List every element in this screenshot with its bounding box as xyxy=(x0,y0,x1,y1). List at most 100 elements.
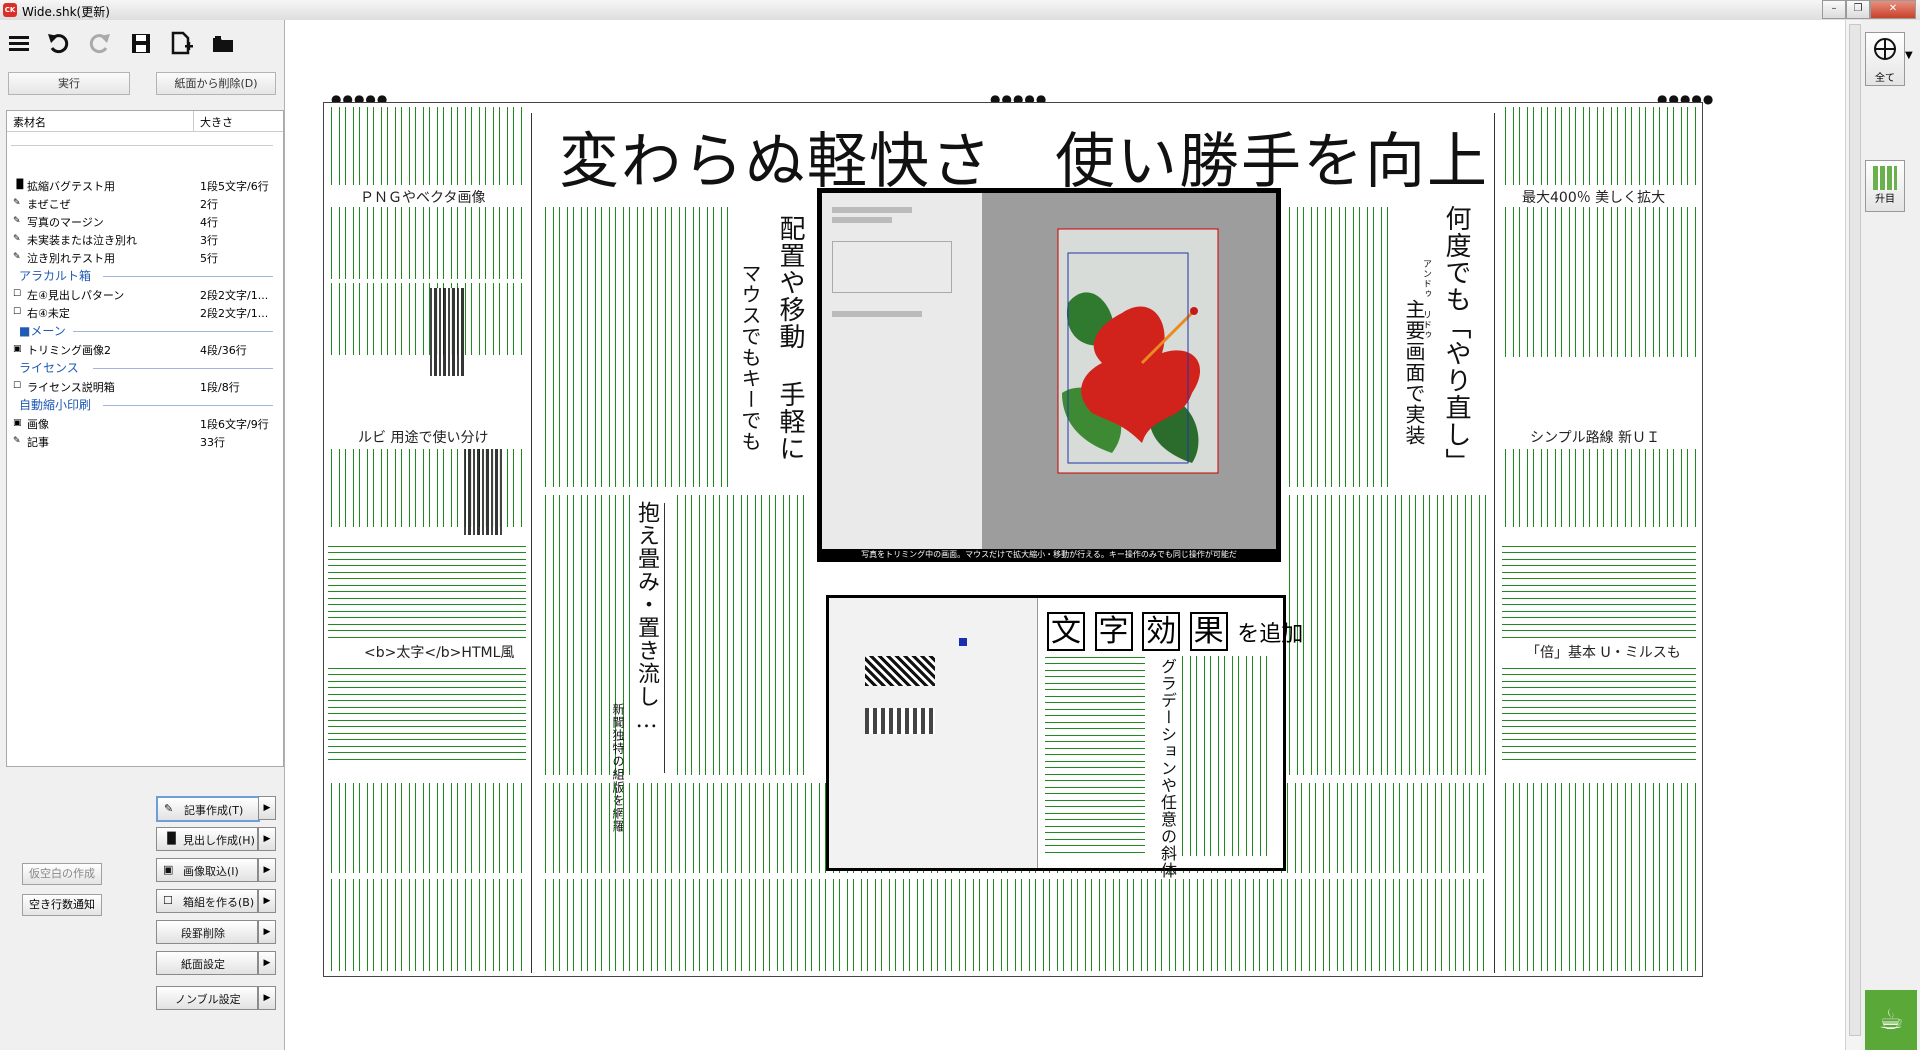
vertical-heading-fold[interactable]: 抱え畳み・置き流し… xyxy=(630,501,662,734)
make-box-menu-arrow[interactable]: ▶ xyxy=(258,889,276,913)
coffee-cup-icon[interactable]: ☕ xyxy=(1865,990,1917,1050)
make-box-button[interactable]: ☐ 箱組を作る(B) xyxy=(156,889,258,913)
dialog-controls xyxy=(832,203,952,423)
empty-lines-notice-button[interactable]: 空き行数通知 xyxy=(22,894,102,916)
list-header: 素材名 大きさ xyxy=(7,111,283,132)
open-folder-icon[interactable] xyxy=(210,30,238,56)
text-placeholder[interactable] xyxy=(1179,656,1273,856)
new-page-icon[interactable] xyxy=(168,30,196,56)
text-placeholder[interactable] xyxy=(1502,543,1696,641)
material-list[interactable]: 素材名 大きさ ▐▌ 拡縮バグテスト用 1段5文字/6行 ✎ まぜこぜ 2行 ✎… xyxy=(6,110,284,767)
make-temp-blank-button[interactable]: 仮空白の作成 xyxy=(22,863,102,885)
import-image-button[interactable]: ▣ 画像取込(I) xyxy=(156,858,258,882)
text-placeholder[interactable] xyxy=(328,879,526,971)
dropdown-arrow-icon[interactable]: ▼ xyxy=(1905,50,1913,61)
list-item[interactable]: ▣ トリミング画像2 4段/36行 xyxy=(7,341,277,358)
group-label[interactable]: ■メーン xyxy=(19,322,66,339)
label-html[interactable]: <b>太字</b>HTML風 xyxy=(364,642,514,662)
text-placeholder[interactable] xyxy=(328,543,526,641)
text-placeholder[interactable] xyxy=(328,663,526,763)
text-placeholder[interactable] xyxy=(328,207,526,279)
list-item[interactable]: ☐ ライセンス説明箱 1段/8行 xyxy=(7,378,277,395)
nombre-settings-button[interactable]: ノンブル設定 xyxy=(156,986,258,1010)
vertical-subheading-main[interactable]: 主要画面で実装 xyxy=(1400,299,1429,446)
screenshot-background xyxy=(822,193,1276,549)
label-zoom[interactable]: 最大400％ 美しく拡大 xyxy=(1522,187,1665,207)
show-all-button[interactable]: 全て xyxy=(1865,32,1905,86)
text-placeholder[interactable] xyxy=(1045,656,1145,856)
image-placeholder[interactable] xyxy=(464,449,504,535)
delete-column-rule-button[interactable]: 段罫削除 xyxy=(156,920,258,944)
create-article-button[interactable]: ✎ 記事作成(T) xyxy=(156,796,260,822)
list-item[interactable]: ☐ 左④見出しパターン 2段2文字/1... xyxy=(7,286,277,303)
group-label[interactable]: アラカルト箱 xyxy=(19,267,91,284)
close-button[interactable]: ✕ xyxy=(1870,0,1916,19)
effects-dialog xyxy=(829,598,1038,868)
text-placeholder[interactable] xyxy=(328,283,526,355)
col-size-header[interactable]: 大きさ xyxy=(200,114,233,130)
photo-trimming-screenshot[interactable]: 写真をトリミング中の画面。マウスだけで拡大縮小・移動が行える。キー操作のみでも同… xyxy=(817,188,1281,562)
label-base[interactable]: 「倍」基本 U・ミルスも xyxy=(1526,642,1681,662)
list-item[interactable]: ▐▌ 拡縮バグテスト用 1段5文字/6行 xyxy=(7,177,277,194)
list-item[interactable]: ▣ 画像 1段6文字/9行 xyxy=(7,415,277,432)
group-label[interactable]: 自動縮小印刷 xyxy=(19,396,91,413)
redo-icon[interactable] xyxy=(86,30,114,56)
list-item[interactable]: ✎ 未実装または泣き別れ 3行 xyxy=(7,231,277,248)
remove-from-page-button[interactable]: 紙面から削除(D) xyxy=(156,72,276,95)
photo-caption[interactable]: 写真をトリミング中の画面。マウスだけで拡大縮小・移動が行える。キー操作のみでも同… xyxy=(817,548,1281,562)
list-item[interactable]: ✎ 泣き別れテスト用 5行 xyxy=(7,249,277,266)
text-placeholder[interactable] xyxy=(1502,107,1696,185)
vertical-heading-redo[interactable]: 何度でも「やり直し」 xyxy=(1438,205,1475,475)
col-name-header[interactable]: 素材名 xyxy=(13,114,46,130)
pencil-icon: ✎ xyxy=(13,216,21,226)
vertical-heading-place[interactable]: 配置や移動 手軽に xyxy=(772,215,809,462)
delete-column-menu-arrow[interactable]: ▶ xyxy=(258,920,276,944)
paper-settings-button[interactable]: 紙面設定 xyxy=(156,951,258,975)
text-placeholder[interactable] xyxy=(674,495,810,775)
text-placeholder[interactable] xyxy=(1286,495,1486,775)
grid-toggle-button[interactable]: 升目 xyxy=(1865,160,1905,212)
text-placeholder[interactable] xyxy=(1502,207,1696,357)
column-divider xyxy=(531,113,532,973)
list-item[interactable]: ✎ 写真のマージン 4行 xyxy=(7,213,277,230)
create-article-menu-arrow[interactable]: ▶ xyxy=(258,796,276,820)
column-divider xyxy=(1494,113,1495,973)
maximize-button[interactable]: ❐ xyxy=(1846,0,1870,19)
save-icon[interactable] xyxy=(128,30,156,56)
undo-icon[interactable] xyxy=(46,30,74,56)
text-placeholder[interactable] xyxy=(1502,783,1696,971)
run-button[interactable]: 実行 xyxy=(8,72,130,95)
label-ruby[interactable]: ルビ 用途で使い分け xyxy=(358,427,488,447)
newspaper-page[interactable]: 変わらぬ軽快さ 使い勝手を向上 ＰＮＧやベクタ画像 ルビ 用途で使い分け <b>… xyxy=(323,102,1703,977)
vertical-subheading-mouse[interactable]: マウスでもキーでも xyxy=(736,263,765,452)
image-placeholder[interactable] xyxy=(430,288,464,376)
create-headline-button[interactable]: ▐▌ 見出し作成(H) xyxy=(156,827,258,851)
text-placeholder[interactable] xyxy=(1286,207,1391,487)
vertical-heading-gradation[interactable]: グラデーションや任意の斜体 xyxy=(1155,658,1179,879)
image-icon: ▣ xyxy=(13,418,22,428)
paper-settings-menu-arrow[interactable]: ▶ xyxy=(258,951,276,975)
text-placeholder[interactable] xyxy=(328,783,526,873)
label-png[interactable]: ＰＮＧやベクタ画像 xyxy=(360,187,485,207)
text-effects-screenshot[interactable]: 文 字 効 果 を追加 グラデーションや任意の斜体 xyxy=(826,595,1303,879)
import-image-menu-arrow[interactable]: ▶ xyxy=(258,858,276,882)
vertical-scrollbar[interactable] xyxy=(1845,20,1862,1050)
menu-icon[interactable] xyxy=(6,30,34,56)
list-item[interactable]: ✎ 記事 33行 xyxy=(7,433,277,450)
label-simple[interactable]: シンプル路線 新ＵＩ xyxy=(1530,427,1660,447)
nombre-settings-menu-arrow[interactable]: ▶ xyxy=(258,986,276,1010)
text-placeholder[interactable] xyxy=(1502,663,1696,763)
scrollbar-thumb[interactable] xyxy=(1849,24,1861,1036)
list-item[interactable]: ☐ 右④未定 2段2文字/1... xyxy=(7,304,277,321)
text-placeholder[interactable] xyxy=(542,207,732,487)
pencil-icon: ✎ xyxy=(13,198,21,208)
text-placeholder[interactable] xyxy=(328,107,526,185)
group-label[interactable]: ライセンス xyxy=(19,359,79,376)
create-headline-menu-arrow[interactable]: ▶ xyxy=(258,827,276,851)
list-item[interactable]: ✎ まぜこぜ 2行 xyxy=(7,195,277,212)
text-placeholder[interactable] xyxy=(542,879,1488,971)
text-placeholder[interactable] xyxy=(1502,449,1696,527)
effects-heading[interactable]: 文 字 効 果 を追加 xyxy=(1047,606,1303,651)
minimize-button[interactable]: – xyxy=(1822,0,1846,19)
page-headline[interactable]: 変わらぬ軽快さ 使い勝手を向上 xyxy=(559,113,1489,200)
